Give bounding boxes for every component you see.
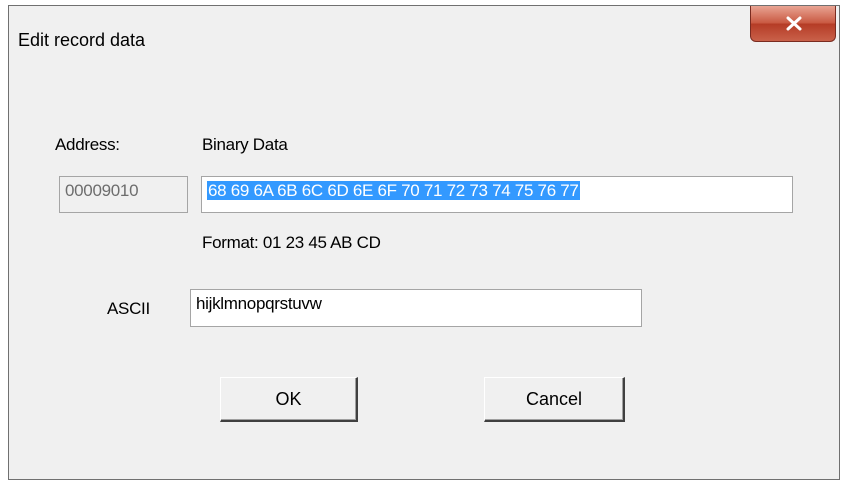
close-icon	[786, 16, 802, 31]
title-bar[interactable]: Edit record data	[9, 6, 839, 72]
binary-data-selection: 68 69 6A 6B 6C 6D 6E 6F 70 71 72 73 74 7…	[207, 181, 580, 200]
close-button[interactable]	[750, 6, 836, 42]
address-field: 00009010	[59, 176, 188, 213]
binary-data-input[interactable]: 68 69 6A 6B 6C 6D 6E 6F 70 71 72 73 74 7…	[201, 176, 793, 213]
address-label: Address:	[55, 135, 120, 154]
binary-data-label: Binary Data	[202, 135, 288, 154]
ok-button[interactable]: OK	[220, 377, 358, 422]
format-hint: Format: 01 23 45 AB CD	[202, 233, 381, 252]
window-title: Edit record data	[18, 30, 146, 50]
ascii-input[interactable]: hijklmnopqrstuvw	[190, 289, 642, 327]
dialog-client-area: Address: Binary Data 00009010 68 69 6A 6…	[9, 72, 839, 479]
edit-record-dialog: Edit record data Address: Binary Data 00…	[8, 5, 840, 480]
cancel-button[interactable]: Cancel	[484, 377, 625, 422]
ascii-label: ASCII	[107, 299, 150, 318]
